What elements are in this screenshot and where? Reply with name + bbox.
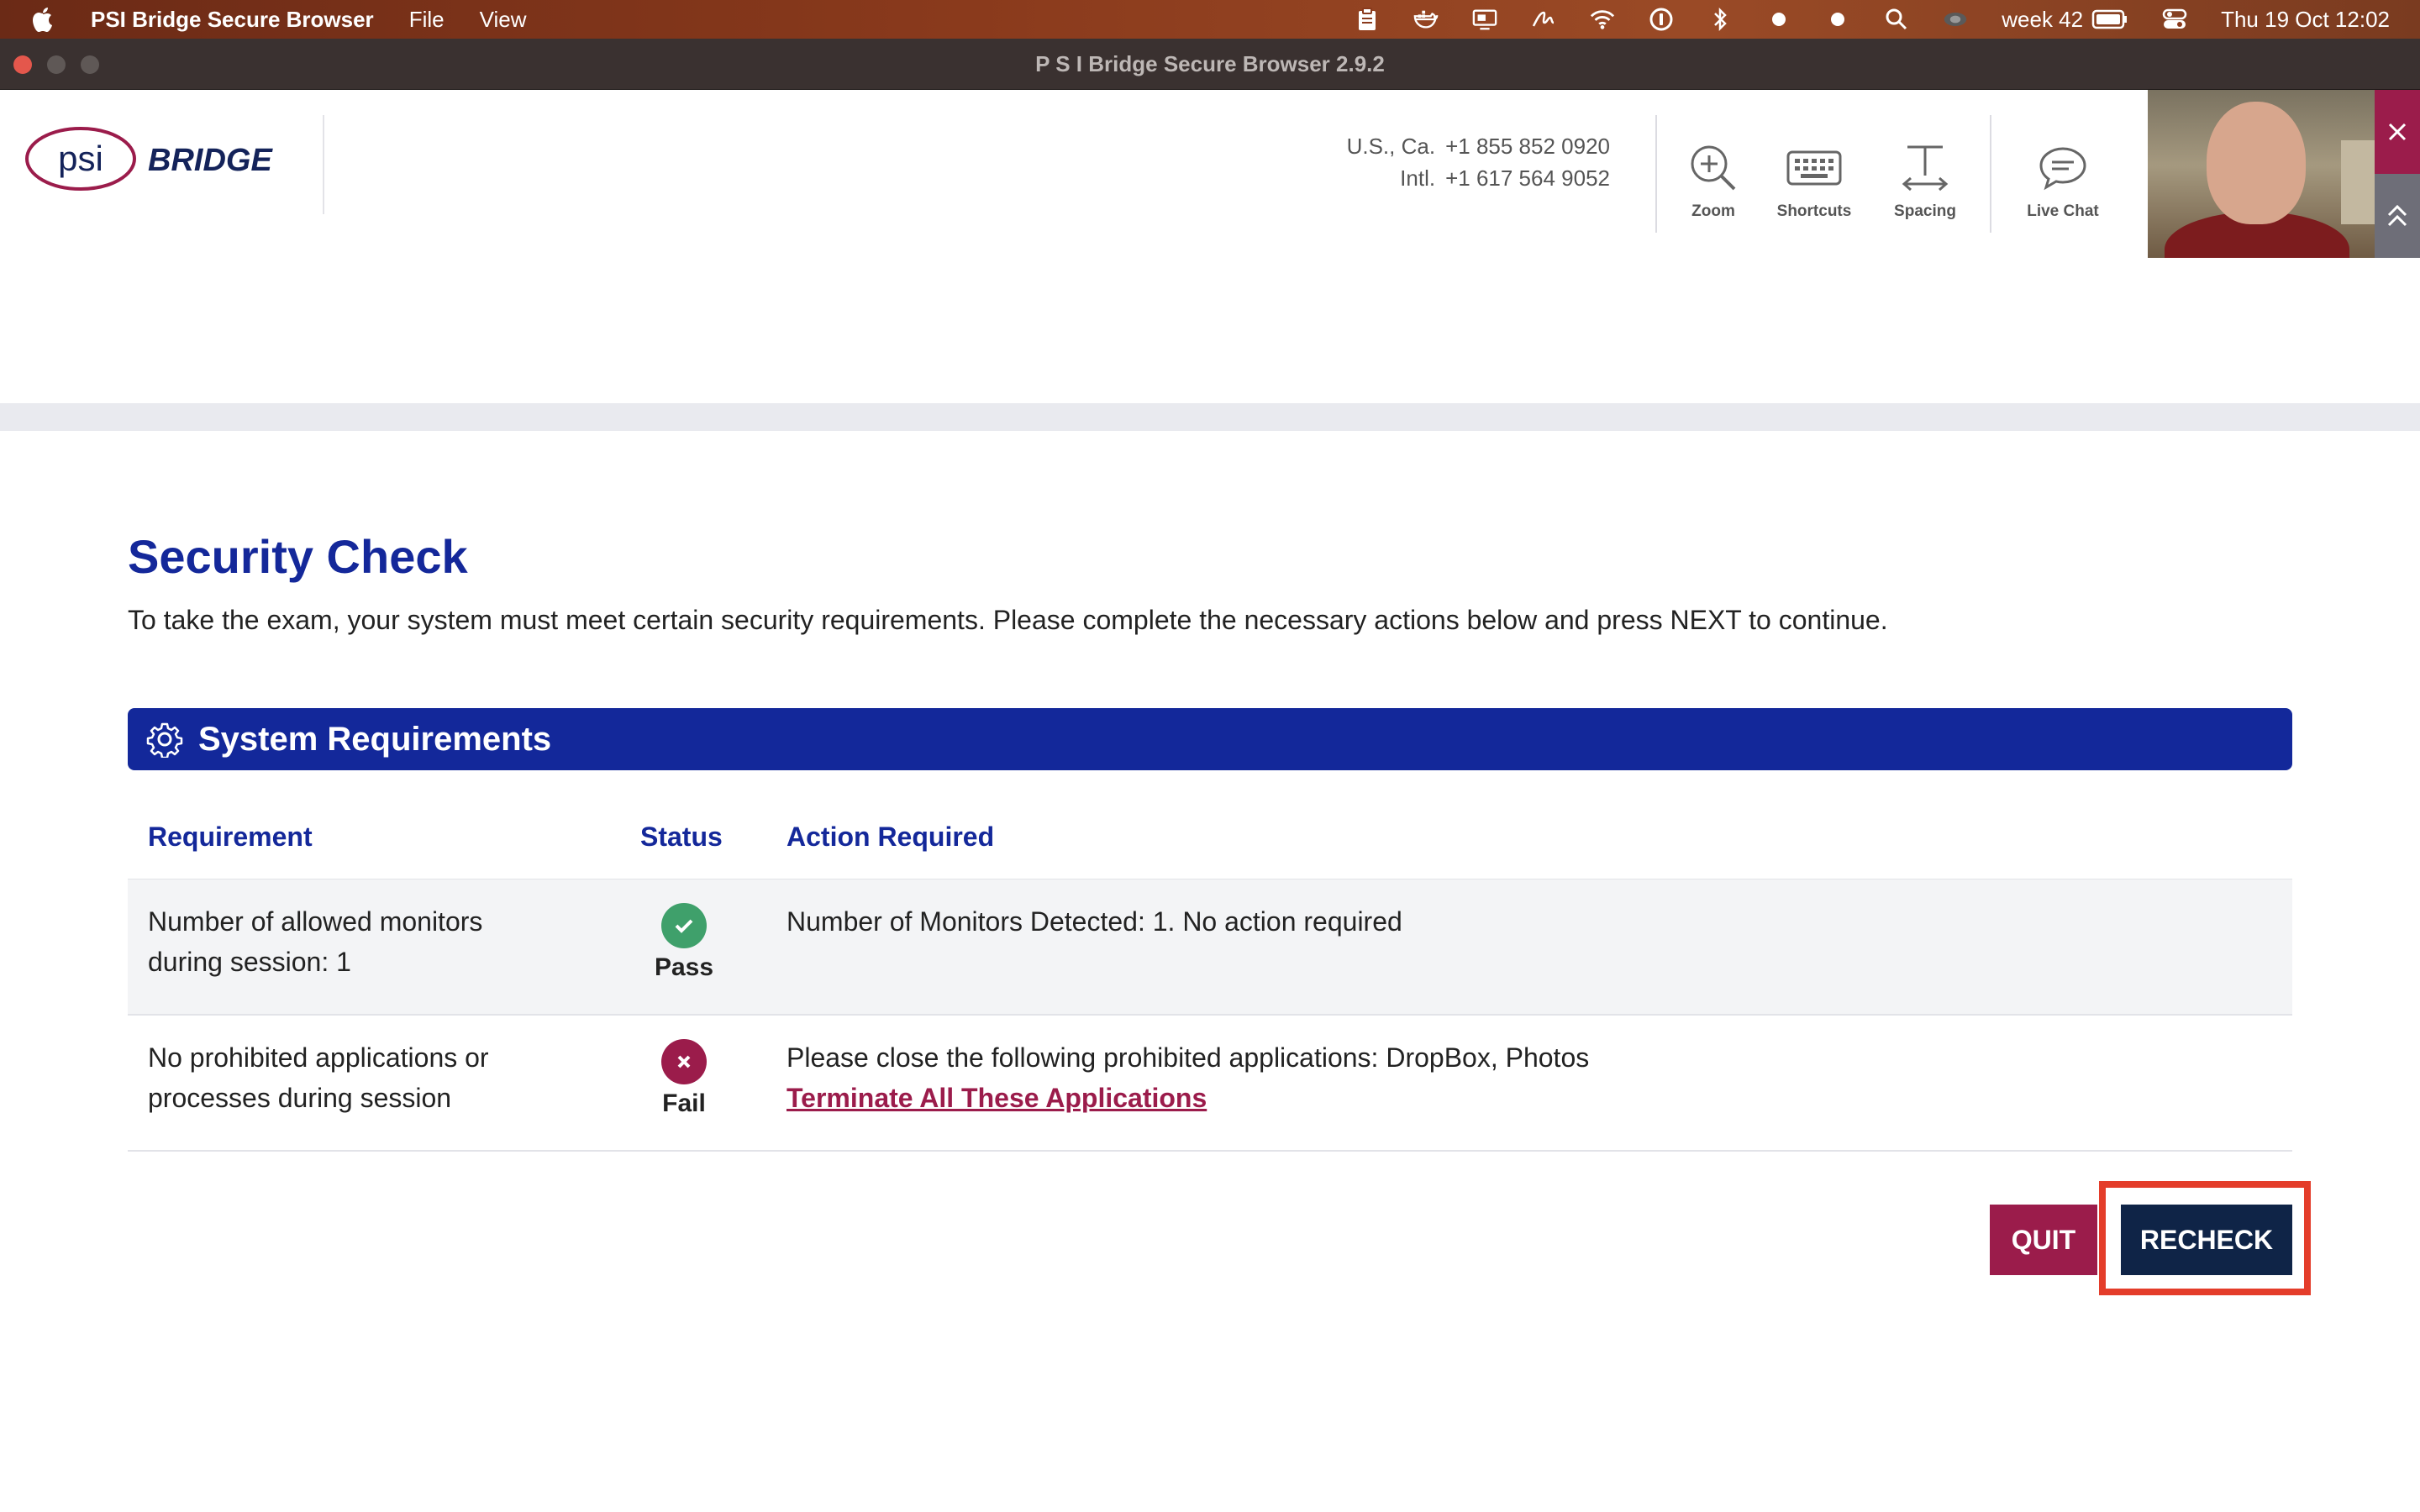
close-icon xyxy=(2388,123,2407,141)
action-text: Number of Monitors Detected: 1. No actio… xyxy=(786,906,1402,937)
recheck-button[interactable]: RECHECK xyxy=(2121,1205,2292,1275)
terminate-applications-link[interactable]: Terminate All These Applications xyxy=(786,1078,1589,1118)
battery-icon xyxy=(2091,9,2128,29)
system-requirements-header: System Requirements xyxy=(128,708,2292,770)
status-label: Fail xyxy=(662,1089,706,1117)
gear-icon xyxy=(146,722,183,758)
zoom-in-icon xyxy=(1691,145,1736,191)
user-avatar-icon[interactable] xyxy=(1943,7,1968,32)
check-circle-icon xyxy=(661,903,707,948)
x-circle-icon xyxy=(661,1039,707,1084)
requirement-cell: No prohibited applications or processes … xyxy=(148,1042,489,1113)
webcam-person-face xyxy=(2207,102,2306,224)
app-header: psi BRIDGE U.S., Ca. +1 855 852 0920 Intl… xyxy=(0,90,2420,258)
control-center-icon[interactable] xyxy=(2162,7,2187,32)
logo-bridge-text: BRIDGE xyxy=(148,143,273,178)
live-chat-button[interactable]: Live Chat xyxy=(2017,142,2109,221)
status-dot-icon[interactable] xyxy=(1766,7,1791,32)
action-cell: Please close the following prohibited ap… xyxy=(786,1037,1589,1118)
wifi-icon[interactable] xyxy=(1590,7,1615,32)
display-icon[interactable] xyxy=(1472,7,1497,32)
menu-view[interactable]: View xyxy=(480,7,527,33)
phone-us-label: U.S., Ca. xyxy=(1346,134,1436,159)
signature-icon[interactable] xyxy=(1531,7,1556,32)
status-label: Pass xyxy=(654,953,714,981)
logo-divider xyxy=(323,115,324,214)
live-chat-label: Live Chat xyxy=(2027,202,2099,220)
double-chevron-up-icon xyxy=(2387,204,2407,227)
app-menu-name[interactable]: PSI Bridge Secure Browser xyxy=(91,7,374,33)
action-text: Please close the following prohibited ap… xyxy=(786,1042,1590,1073)
status-cell: Pass xyxy=(623,903,744,982)
menu-file[interactable]: File xyxy=(409,7,445,33)
toolbar-divider xyxy=(1655,115,1657,233)
window-title: P S I Bridge Secure Browser 2.9.2 xyxy=(1035,51,1385,76)
intro-text: To take the exam, your system must meet … xyxy=(128,605,1888,635)
window-title-bar: P S I Bridge Secure Browser 2.9.2 xyxy=(0,39,2420,91)
webcam-collapse-button[interactable] xyxy=(2375,174,2420,258)
zoom-label: Zoom xyxy=(1691,202,1735,220)
shortcuts-button[interactable]: Shortcuts xyxy=(1768,142,1860,221)
phone-intl-label: Intl. xyxy=(1400,165,1436,191)
docker-icon[interactable] xyxy=(1413,7,1439,32)
zoom-button[interactable]: Zoom xyxy=(1667,142,1760,221)
recording-dot-icon[interactable] xyxy=(1825,7,1850,32)
logo-psi-text: psi xyxy=(58,139,103,178)
column-header-requirement: Requirement xyxy=(148,822,313,852)
webcam-background xyxy=(2341,140,2375,224)
toolbar-divider xyxy=(1990,115,1991,233)
webcam-preview xyxy=(2148,90,2375,258)
phone-us-number: +1 855 852 0920 xyxy=(1445,134,1610,159)
menu-bar-clock[interactable]: Thu 19 Oct 12:02 xyxy=(2221,7,2390,33)
column-header-status: Status xyxy=(640,822,723,852)
spacing-icon xyxy=(1902,145,1949,192)
spacing-label: Spacing xyxy=(1894,202,1956,220)
action-cell: Number of Monitors Detected: 1. No actio… xyxy=(786,901,1402,942)
password-manager-icon[interactable] xyxy=(1649,7,1674,32)
psi-bridge-logo: psi BRIDGE xyxy=(25,127,273,191)
table-row: Number of allowed monitors during sessio… xyxy=(128,879,2292,1016)
webcam-close-button[interactable] xyxy=(2375,90,2420,174)
page-title: Security Check xyxy=(128,530,468,583)
support-phones: U.S., Ca. +1 855 852 0920 Intl. +1 617 564… xyxy=(1319,130,1610,194)
clipboard-icon[interactable] xyxy=(1355,7,1380,32)
phone-us-row: U.S., Ca. +1 855 852 0920 xyxy=(1319,130,1610,162)
spacing-button[interactable]: Spacing xyxy=(1879,142,1971,221)
quit-button[interactable]: QUIT xyxy=(1990,1205,2097,1275)
requirement-cell: Number of allowed monitors during sessio… xyxy=(148,906,483,977)
column-header-action: Action Required xyxy=(786,822,995,852)
phone-intl-row: Intl. +1 617 564 9052 xyxy=(1319,162,1610,194)
week-label: week 42 xyxy=(2002,6,2084,32)
bluetooth-icon[interactable] xyxy=(1707,7,1733,32)
apple-icon[interactable] xyxy=(30,5,55,34)
macos-menu-bar: PSI Bridge Secure Browser File View week… xyxy=(0,0,2420,39)
table-row: No prohibited applications or processes … xyxy=(128,1016,2292,1152)
shortcuts-label: Shortcuts xyxy=(1776,202,1852,220)
status-cell: Fail xyxy=(623,1039,744,1118)
chat-icon xyxy=(2039,147,2086,191)
week-indicator[interactable]: week 42 xyxy=(2002,7,2128,33)
menu-bar-status-area: week 42 Thu 19 Oct 12:02 xyxy=(1355,0,2390,39)
keyboard-icon xyxy=(1786,150,1842,186)
header-separator-band xyxy=(0,403,2420,431)
table-header: Requirement Status Action Required xyxy=(128,815,2292,880)
phone-intl-number: +1 617 564 9052 xyxy=(1445,165,1610,191)
section-title: System Requirements xyxy=(198,720,552,758)
search-icon[interactable] xyxy=(1884,7,1909,32)
